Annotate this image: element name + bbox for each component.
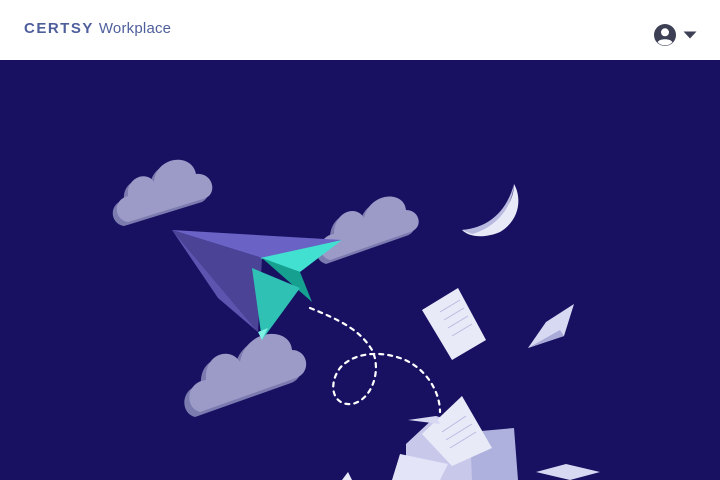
paper-plane-clouds-illustration [112, 159, 600, 480]
flight-path [308, 306, 442, 414]
document-icon [422, 288, 486, 360]
cloud-icon [184, 333, 307, 417]
hero-banner [0, 60, 720, 480]
paper-pile-icon [342, 396, 600, 480]
brand-logo[interactable]: CERTSY Workplace [24, 19, 171, 39]
paper-sheet-icon [528, 304, 574, 348]
cloud-icon [112, 159, 213, 226]
brand-name: CERTSY [24, 20, 94, 37]
caret-down-icon [683, 31, 697, 39]
cloud-icon [316, 196, 419, 264]
top-header: CERTSY Workplace [0, 0, 720, 60]
paper-plane-icon [172, 230, 342, 340]
user-circle-icon [654, 24, 676, 46]
account-menu-button[interactable] [652, 23, 700, 47]
curled-paper-icon [462, 184, 519, 237]
brand-product-name: Workplace [98, 20, 172, 37]
